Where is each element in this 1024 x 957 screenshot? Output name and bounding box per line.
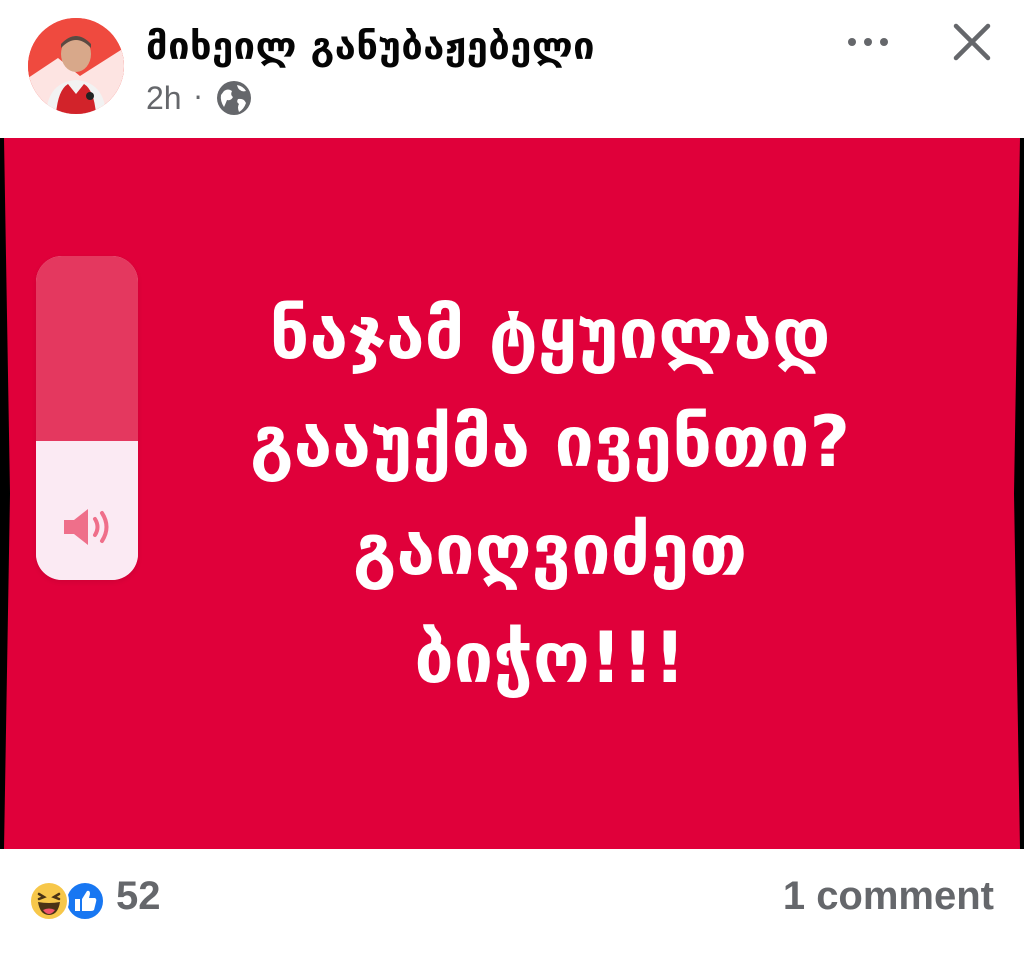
post-time[interactable]: 2h	[146, 80, 182, 117]
author-avatar[interactable]	[28, 18, 124, 114]
comments-count[interactable]: 1 comment	[783, 874, 994, 919]
post-text-line: გაიღვიძეთ	[352, 509, 748, 591]
like-reaction-icon[interactable]	[64, 880, 106, 922]
author-name[interactable]: მიხეილ განუბაჟებელი	[146, 24, 595, 68]
volume-track	[36, 256, 138, 441]
image-edge-left	[0, 138, 10, 849]
post-text-line: გააუქმა ივენთი?	[249, 401, 851, 483]
meta-separator: ·	[193, 81, 203, 114]
haha-reaction-icon[interactable]	[28, 880, 70, 922]
close-icon[interactable]	[948, 18, 996, 66]
more-icon[interactable]	[840, 20, 896, 64]
speaker-icon	[64, 509, 109, 545]
post-text-line: ბიჭო!!!	[414, 617, 686, 699]
volume-indicator[interactable]	[36, 256, 138, 580]
post-meta: 2h ·	[146, 78, 253, 118]
post-header: მიხეილ განუბაჟებელი 2h ·	[0, 0, 1024, 136]
post-image[interactable]: ნაჯამ ტყუილად გააუქმა ივენთი? გაიღვიძეთ …	[0, 138, 1024, 849]
post-image-text: ნაჯამ ტყუილად გააუქმა ივენთი? გაიღვიძეთ …	[100, 280, 1000, 712]
reaction-count[interactable]: 52	[116, 874, 161, 919]
image-edge-right	[1014, 138, 1024, 849]
globe-icon[interactable]	[215, 79, 253, 117]
post-text-line: ნაჯამ ტყუილად	[269, 293, 831, 375]
